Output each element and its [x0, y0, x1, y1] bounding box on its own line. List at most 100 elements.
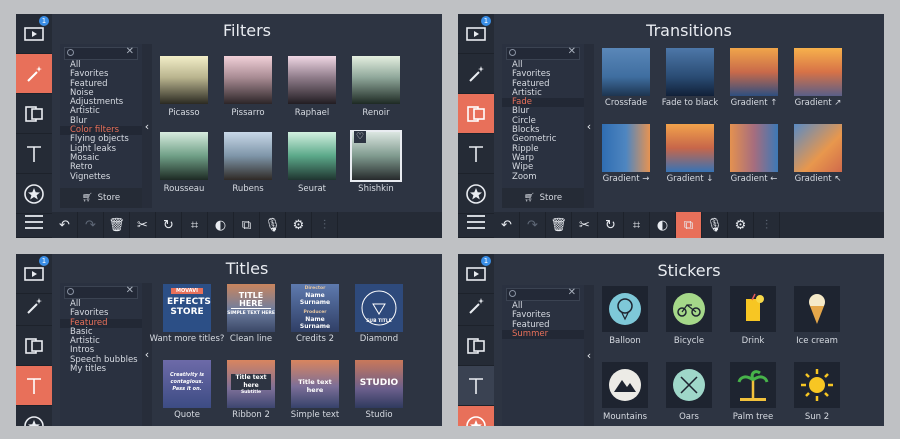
clear-icon[interactable]: ✕	[568, 287, 576, 298]
cart-icon: 🛒︎	[81, 193, 93, 203]
search-icon	[509, 49, 516, 56]
title-thumbnail-ribbon-2[interactable]: Title text here Subtitle	[227, 360, 275, 408]
transitions-tool-button[interactable]	[16, 94, 52, 134]
crop-button[interactable]: ⌗	[182, 212, 208, 238]
rotate-button[interactable]: ↻	[156, 212, 182, 238]
transition-thumbnail[interactable]	[730, 124, 778, 172]
filter-thumbnail[interactable]	[160, 56, 208, 104]
filters-tool-button[interactable]	[458, 286, 494, 326]
titles-tool-button[interactable]	[458, 366, 494, 406]
search-input[interactable]: ✕	[506, 287, 580, 301]
film-icon	[466, 266, 486, 281]
titles-tool-button[interactable]	[16, 134, 52, 174]
delete-button[interactable]: 🗑︎	[104, 212, 130, 238]
titles-panel: 1 Titles ✕ All Favorites Featured Basic Arti…	[16, 254, 442, 426]
color-adjust-button[interactable]: ◐	[208, 212, 234, 238]
transition-thumbnail[interactable]	[602, 124, 650, 172]
transition-wizard-button[interactable]: ⧉	[676, 212, 702, 238]
favorite-heart-icon[interactable]: ♡	[354, 131, 366, 143]
palm-tree-sticker-icon[interactable]	[730, 362, 776, 408]
titles-tool-button[interactable]	[16, 366, 52, 406]
category-item[interactable]: My titles	[60, 364, 142, 374]
transitions-tool-button[interactable]	[458, 94, 494, 134]
store-button[interactable]: 🛒︎ Store	[502, 188, 584, 208]
category-list: ✕ All Favorites Featured Basic Artistic Intro…	[60, 283, 142, 426]
filters-tool-button[interactable]	[16, 286, 52, 326]
transition-wizard-button[interactable]: ⧉	[234, 212, 260, 238]
transition-thumbnail[interactable]	[794, 48, 842, 96]
thumbnail-label: Ice cream	[796, 336, 838, 346]
filters-tool-button[interactable]	[16, 54, 52, 94]
filter-thumbnail[interactable]	[288, 56, 336, 104]
clear-icon[interactable]: ✕	[568, 46, 576, 57]
title-thumbnail-simple-text[interactable]: Title text here	[291, 360, 339, 408]
equalizer-button[interactable]: ⫶	[312, 212, 338, 238]
record-audio-button[interactable]: 🎙︎	[260, 212, 286, 238]
filters-panel: 1 Filters ✕ All Favorites Featured Noise Adj…	[16, 14, 442, 238]
undo-button[interactable]: ↶	[494, 212, 520, 238]
redo-button[interactable]: ↷	[520, 212, 546, 238]
drink-sticker-icon[interactable]	[730, 286, 776, 332]
rotate-button[interactable]: ↻	[598, 212, 624, 238]
clear-icon[interactable]: ✕	[126, 46, 134, 57]
settings-button[interactable]: ⚙	[728, 212, 754, 238]
title-thumbnail-studio[interactable]: STUDIO	[355, 360, 403, 408]
more-tools-button[interactable]	[16, 206, 52, 238]
title-thumbnail-quote[interactable]: Creativity is contagious. Pass it on.	[163, 360, 211, 408]
equalizer-button[interactable]: ⫶	[754, 212, 780, 238]
search-input[interactable]: ✕	[64, 285, 138, 299]
filter-thumbnail[interactable]	[224, 56, 272, 104]
category-item[interactable]: Zoom	[502, 172, 584, 182]
filter-thumbnail[interactable]	[352, 56, 400, 104]
title-thumbnail-credits-2[interactable]: Director Name Surname Producer Name Surn…	[291, 284, 339, 332]
store-button[interactable]: 🛒︎ Store	[60, 188, 142, 208]
stickers-tool-button[interactable]	[458, 406, 494, 426]
bicycle-sticker-icon[interactable]	[666, 286, 712, 332]
edit-toolbar: ↶ ↷ 🗑︎ ✂ ↻ ⌗ ◐ ⧉ 🎙︎ ⚙ ⫶	[52, 212, 442, 238]
redo-button[interactable]: ↷	[78, 212, 104, 238]
transition-thumbnail[interactable]	[666, 124, 714, 172]
collapse-list-button[interactable]: ‹	[584, 285, 594, 426]
sun-sticker-icon[interactable]	[794, 362, 840, 408]
title-thumbnail-effects-store[interactable]: MOVAVI EFFECTS STORE	[163, 284, 211, 332]
cut-button[interactable]: ✂	[572, 212, 598, 238]
cut-button[interactable]: ✂	[130, 212, 156, 238]
thumbnail-label: Diamond	[359, 334, 399, 344]
transition-thumbnail[interactable]	[666, 48, 714, 96]
filter-thumbnail[interactable]	[160, 132, 208, 180]
collapse-list-button[interactable]: ‹	[142, 283, 152, 426]
filter-thumbnail[interactable]	[288, 132, 336, 180]
transition-thumbnail[interactable]	[602, 48, 650, 96]
stickers-tool-button[interactable]	[16, 406, 52, 426]
title-thumbnail-diamond[interactable]: SUB TITLE	[355, 284, 403, 332]
mountains-sticker-icon[interactable]	[602, 362, 648, 408]
crop-button[interactable]: ⌗	[624, 212, 650, 238]
thumbnail-label: Sun 2	[804, 412, 830, 422]
oars-sticker-icon[interactable]	[666, 362, 712, 408]
clear-icon[interactable]: ✕	[126, 285, 134, 296]
import-button[interactable]: 1	[16, 14, 52, 54]
title-thumbnail-clean-line[interactable]: TITLE HERE SIMPLE TEXT HERE	[227, 284, 275, 332]
transition-thumbnail[interactable]	[730, 48, 778, 96]
search-input[interactable]: ✕	[64, 46, 138, 60]
import-button[interactable]: 1	[458, 14, 494, 54]
category-item[interactable]: Summer	[502, 329, 584, 340]
thumbnail-label: Shishkin	[358, 184, 394, 194]
color-adjust-button[interactable]: ◐	[650, 212, 676, 238]
titles-tool-button[interactable]	[458, 134, 494, 174]
transitions-tool-button[interactable]	[458, 326, 494, 366]
transitions-panel: 1 Transitions ✕ All Favorites Featured Arti…	[458, 14, 884, 238]
undo-button[interactable]: ↶	[52, 212, 78, 238]
transitions-tool-button[interactable]	[16, 326, 52, 366]
delete-button[interactable]: 🗑︎	[546, 212, 572, 238]
settings-button[interactable]: ⚙	[286, 212, 312, 238]
more-tools-button[interactable]	[458, 206, 494, 238]
search-input[interactable]: ✕	[506, 46, 580, 60]
balloon-sticker-icon[interactable]	[602, 286, 648, 332]
category-item[interactable]: Vignettes	[60, 172, 142, 182]
ice-cream-sticker-icon[interactable]	[794, 286, 840, 332]
filters-tool-button[interactable]	[458, 54, 494, 94]
transition-thumbnail[interactable]	[794, 124, 842, 172]
filter-thumbnail[interactable]	[224, 132, 272, 180]
record-audio-button[interactable]: 🎙︎	[702, 212, 728, 238]
